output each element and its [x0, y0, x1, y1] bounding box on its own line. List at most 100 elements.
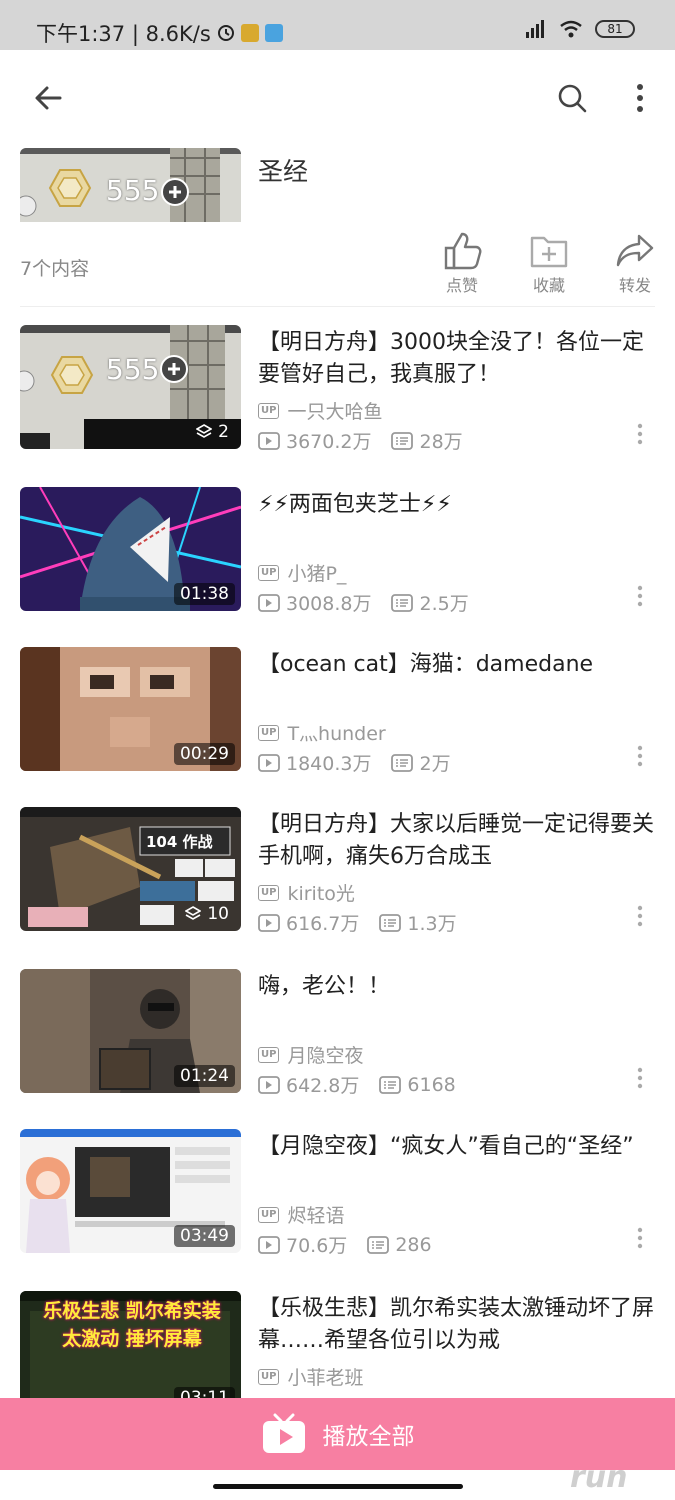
uploader-name[interactable]: 烬轻语 [287, 1201, 344, 1228]
favorite-label: 收藏 [532, 276, 565, 295]
danmaku-count-stat: 286 [367, 1234, 432, 1256]
uploader-row[interactable]: UP 月隐空夜 [258, 1041, 363, 1068]
uploader-row[interactable]: UP kirito光 [258, 879, 355, 906]
video-title[interactable]: 嗨，老公！！ [258, 971, 658, 1003]
video-stats: 3670.2万 28万 [258, 427, 483, 454]
share-label: 转发 [618, 276, 651, 295]
video-thumbnail[interactable]: 555 2 [20, 325, 241, 449]
danmaku-count-stat: 6168 [379, 1074, 456, 1096]
folder-add-icon [530, 236, 568, 268]
view-count-stat: 1840.3万 [258, 749, 371, 776]
up-tag-icon: UP [258, 402, 280, 419]
notification-shield-icon [240, 24, 259, 42]
view-count: 3008.8万 [286, 593, 372, 615]
status-bar: 下午1:37 | 8.6K/s 81 [0, 0, 675, 50]
header-divider [20, 306, 655, 307]
play-count-icon [258, 431, 280, 450]
video-thumbnail[interactable]: 01:24 [20, 969, 241, 1093]
part-count: 10 [207, 904, 229, 924]
thumbnail-text: 555 [106, 353, 160, 386]
more-vertical-icon [637, 745, 643, 767]
uploader-name[interactable]: 小猪P_ [287, 559, 346, 586]
video-thumbnail[interactable]: 03:49 [20, 1129, 241, 1253]
video-more-button[interactable] [630, 1225, 650, 1251]
uploader-row[interactable]: UP 小菲老班 [258, 1363, 363, 1390]
video-title[interactable]: 【乐极生悲】凯尔希实装太激锤动坏了屏幕……希望各位引以为戒 [258, 1293, 658, 1357]
video-item[interactable]: 01:38 ⚡⚡两面包夹芝士⚡⚡ UP 小猪P_ 3008.8万 2.5万 [0, 487, 675, 616]
more-vertical-icon [637, 423, 643, 445]
video-title[interactable]: 【月隐空夜】“疯女人”看自己的“圣经” [258, 1131, 658, 1163]
tv-play-icon [262, 1413, 305, 1453]
thumbnail-caption: 乐极生悲 凯尔希实装太激动 捶坏屏幕 [43, 1300, 221, 1350]
alarm-icon [217, 25, 234, 41]
video-more-button[interactable] [630, 1065, 650, 1091]
video-thumbnail[interactable]: 乐极生悲 凯尔希实装太激动 捶坏屏幕 03:11 [20, 1291, 241, 1415]
view-count: 616.7万 [286, 913, 360, 935]
video-stats: 616.7万 1.3万 [258, 909, 477, 936]
favorite-button[interactable]: 收藏 [519, 232, 579, 296]
video-stats: 1840.3万 2万 [258, 749, 471, 776]
view-count-stat: 3670.2万 [258, 427, 371, 454]
uploader-name[interactable]: 月隐空夜 [287, 1041, 363, 1068]
video-item[interactable]: 104 作战 10 【明日方舟】大家以后睡觉一定记得要关手机啊，痛失6万合成玉 … [0, 807, 675, 936]
like-label: 点赞 [445, 276, 478, 295]
uploader-row[interactable]: UP 一只大哈鱼 [258, 397, 382, 424]
uploader-row[interactable]: UP T灬hunder [258, 719, 386, 746]
more-vertical-icon [637, 585, 643, 607]
layers-icon [185, 906, 202, 920]
video-item[interactable]: 03:49 【月隐空夜】“疯女人”看自己的“圣经” UP 烬轻语 70.6万 2… [0, 1129, 675, 1258]
up-tag-icon: UP [258, 1368, 280, 1385]
status-right: 81 [525, 20, 635, 38]
view-count-stat: 70.6万 [258, 1231, 347, 1258]
view-count: 642.8万 [286, 1075, 360, 1097]
video-title[interactable]: 【明日方舟】3000块全没了！各位一定要管好自己，我真服了！ [258, 327, 658, 391]
uploader-name[interactable]: 一只大哈鱼 [287, 397, 382, 424]
video-thumbnail[interactable]: 104 作战 10 [20, 807, 241, 931]
view-count: 3670.2万 [286, 431, 372, 453]
danmaku-count: 2.5万 [419, 593, 469, 615]
up-tag-icon: UP [258, 564, 280, 581]
danmaku-count: 1.3万 [407, 913, 457, 935]
uploader-row[interactable]: UP 小猪P_ [258, 559, 346, 586]
danmaku-icon [367, 1235, 390, 1254]
multi-part-badge: 10 [179, 903, 235, 925]
view-count: 70.6万 [286, 1235, 348, 1257]
share-button[interactable]: 转发 [605, 232, 665, 296]
video-stats: 70.6万 286 [258, 1231, 452, 1258]
video-title[interactable]: 【明日方舟】大家以后睡觉一定记得要关手机啊，痛失6万合成玉 [258, 809, 658, 873]
like-button[interactable]: 点赞 [432, 232, 492, 296]
search-icon [558, 84, 587, 113]
play-count-icon [258, 753, 280, 772]
danmaku-count-stat: 2.5万 [391, 589, 469, 616]
uploader-name[interactable]: kirito光 [287, 879, 354, 906]
danmaku-icon [379, 913, 402, 932]
danmaku-icon [391, 753, 414, 772]
play-count-icon [258, 1075, 280, 1094]
video-title[interactable]: 【ocean cat】海猫：damedane [258, 649, 658, 681]
video-title[interactable]: ⚡⚡两面包夹芝士⚡⚡ [258, 489, 658, 521]
play-all-label: 播放全部 [322, 1424, 415, 1450]
duration-badge: 01:38 [174, 583, 235, 605]
video-thumbnail[interactable]: 00:29 [20, 647, 241, 771]
video-thumbnail[interactable]: 01:38 [20, 487, 241, 611]
video-more-button[interactable] [630, 421, 650, 447]
view-count-stat: 616.7万 [258, 909, 359, 936]
playlist-cover[interactable]: 555 [20, 148, 241, 222]
video-more-button[interactable] [630, 903, 650, 929]
wifi-icon [560, 20, 582, 38]
search-button[interactable] [550, 76, 594, 120]
back-button[interactable] [26, 76, 70, 120]
gesture-nav-handle[interactable] [213, 1484, 463, 1489]
video-item[interactable]: 00:29 【ocean cat】海猫：damedane UP T灬hunder… [0, 647, 675, 776]
video-more-button[interactable] [630, 743, 650, 769]
video-item[interactable]: 01:24 嗨，老公！！ UP 月隐空夜 642.8万 6168 [0, 969, 675, 1097]
more-options-button[interactable] [618, 76, 662, 120]
video-more-button[interactable] [630, 583, 650, 609]
danmaku-icon [391, 431, 414, 450]
uploader-name[interactable]: T灬hunder [287, 719, 385, 746]
uploader-name[interactable]: 小菲老班 [287, 1363, 363, 1390]
up-tag-icon: UP [258, 1206, 280, 1223]
uploader-row[interactable]: UP 烬轻语 [258, 1201, 344, 1228]
video-item[interactable]: 555 2 【明日方舟】3000块全没了！各位一定要管好自己，我真服了！ UP … [0, 325, 675, 454]
playlist-title: 圣经 [258, 157, 309, 186]
